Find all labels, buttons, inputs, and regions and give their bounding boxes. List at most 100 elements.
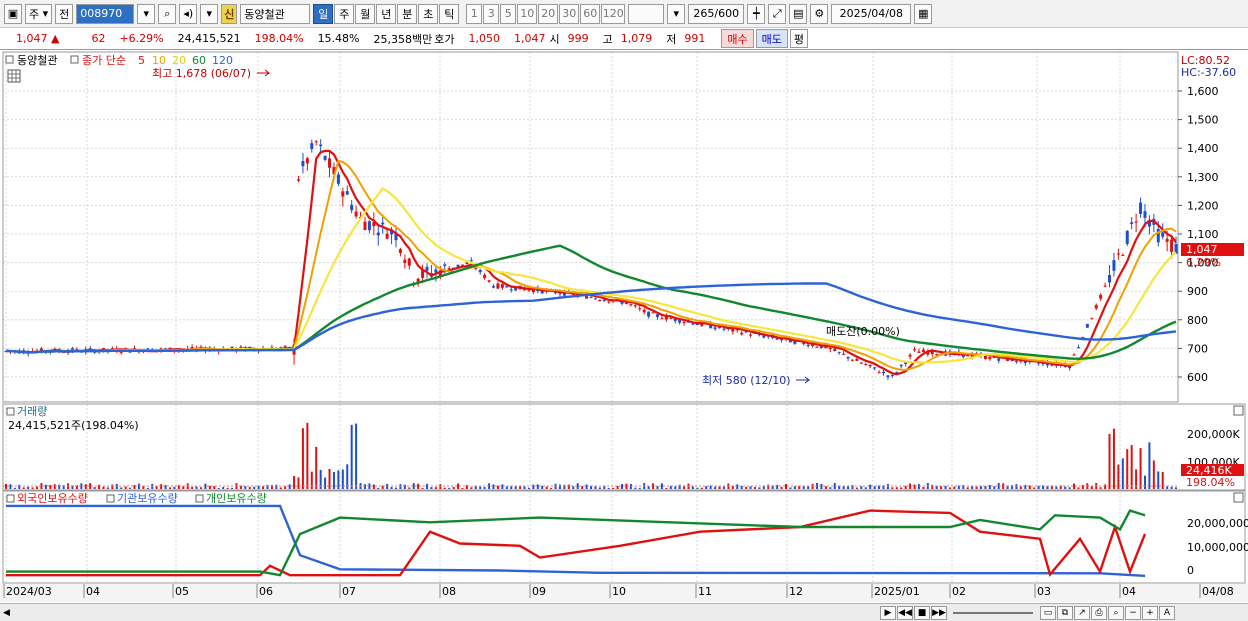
interval-tab-3[interactable]: 3	[483, 3, 500, 24]
volume-bar	[226, 487, 229, 489]
candle-body	[629, 304, 633, 306]
interval-tab-10[interactable]: 10	[517, 3, 538, 24]
calendar-icon[interactable]: ▦	[914, 3, 933, 24]
interval-tab-30[interactable]: 30	[559, 3, 580, 24]
quote-bar: 1,047 ▲ 62 +6.29% 24,415,521 198.04% 15.…	[0, 28, 1248, 50]
period-tab-1[interactable]: 주	[334, 3, 355, 24]
zoom-icon[interactable]: ⌕	[1108, 605, 1124, 620]
volume-bar	[536, 484, 539, 489]
candle-body	[877, 372, 881, 374]
compare-icon[interactable]: ⧉	[1057, 605, 1073, 620]
volume-bar	[1139, 448, 1142, 489]
layout-icon[interactable]: ▭	[1040, 605, 1056, 620]
candle-body	[1094, 305, 1098, 309]
volume-toggle-icon[interactable]	[6, 407, 15, 416]
interval-tab-1[interactable]: 1	[466, 3, 483, 24]
volume-bar	[647, 486, 650, 489]
holding-axis-20m: 20,000,000	[1187, 517, 1248, 530]
volume-bar	[550, 487, 553, 489]
change-percent: +6.29%	[119, 32, 164, 45]
volume-bar	[22, 487, 25, 489]
volume-bar	[576, 483, 579, 489]
save-icon[interactable]: ▤	[789, 3, 808, 24]
average-button[interactable]: 평	[789, 29, 808, 48]
volume-bar	[146, 487, 149, 489]
interval-tab-20[interactable]: 20	[538, 3, 559, 24]
zoom-slider[interactable]	[953, 611, 1033, 614]
volume-close-icon[interactable]	[1233, 405, 1244, 416]
inst-toggle-icon[interactable]	[106, 494, 115, 503]
interval-input[interactable]	[628, 3, 665, 24]
plus-icon[interactable]: +	[1142, 605, 1158, 620]
volume-bar	[191, 487, 194, 489]
font-size-icon[interactable]: A	[1159, 605, 1175, 620]
volume-bar	[1068, 487, 1071, 489]
volume-bar	[448, 487, 451, 489]
window-menu-icon[interactable]: ▣	[4, 3, 22, 24]
scroll-right-icon[interactable]: ▶	[880, 605, 896, 620]
print-icon[interactable]: ⎙	[1091, 605, 1107, 620]
ma120-line	[5, 282, 1177, 354]
candle-body	[1090, 318, 1094, 320]
scroll-bar[interactable]: ◀ ▶ ◀◀ ■ ▶▶ ▭ ⧉ ↗ ⎙ ⌕ − + A	[0, 603, 1248, 621]
candle-body	[589, 297, 593, 299]
candle-body	[682, 321, 686, 323]
volume-bar	[408, 487, 411, 489]
period-tab-4[interactable]: 분	[397, 3, 418, 24]
search-icon[interactable]: ⌕	[158, 3, 177, 24]
indiv-toggle-icon[interactable]	[195, 494, 204, 503]
indicator-icon[interactable]: ↗	[1074, 605, 1090, 620]
period-tab-3[interactable]: 년	[376, 3, 397, 24]
scroll-track[interactable]	[13, 608, 879, 618]
candle-body	[917, 351, 921, 353]
candle-body	[607, 301, 611, 303]
holding-toggle-icon[interactable]	[6, 494, 15, 503]
interval-tab-5[interactable]: 5	[500, 3, 517, 24]
speaker-icon[interactable]: ◂)	[179, 3, 198, 24]
open-price: 999	[567, 32, 589, 45]
code-dropdown-icon[interactable]: ▾	[137, 3, 156, 24]
period-tab-2[interactable]: 월	[355, 3, 376, 24]
nav-dropdown-icon[interactable]: ▾	[200, 3, 219, 24]
legend-toggle-icon[interactable]	[70, 55, 79, 64]
buy-button[interactable]: 매수	[721, 29, 754, 48]
volume-bar	[372, 484, 375, 489]
volume-bar	[301, 428, 304, 489]
candle-body	[624, 302, 628, 304]
candle-body	[1143, 211, 1147, 218]
holding-close-icon[interactable]	[1233, 492, 1244, 503]
interval-tab-60[interactable]: 60	[580, 3, 601, 24]
stock-code-input[interactable]: 008970	[76, 3, 135, 24]
volume-bar	[1077, 487, 1080, 489]
scroll-left-icon[interactable]: ◀	[3, 608, 13, 618]
rewind-icon[interactable]: ◀◀	[897, 605, 913, 620]
count-field[interactable]: 265/600	[688, 3, 745, 24]
x-axis-label: 2024/03	[6, 585, 52, 598]
interval-dropdown-icon[interactable]: ▾	[667, 3, 686, 24]
volume-bar	[93, 487, 96, 489]
period-tab-0[interactable]: 일	[313, 3, 334, 24]
table-icon[interactable]	[7, 69, 21, 83]
ma20-label: 20	[172, 54, 186, 67]
stock-chart[interactable]: 동양철관 종가 단순 5 10 20 60 120 최고 1,678 (06/0…	[0, 50, 1248, 603]
candle-body	[1161, 232, 1165, 237]
interval-tab-120[interactable]: 120	[601, 3, 626, 24]
minus-icon[interactable]: −	[1125, 605, 1141, 620]
candle-body	[314, 141, 318, 143]
candle-type-icon[interactable]: ┿	[747, 3, 766, 24]
forward-icon[interactable]: ▶▶	[931, 605, 947, 620]
stop-icon[interactable]: ■	[914, 605, 930, 620]
gear-icon[interactable]: ⚙	[810, 3, 829, 24]
date-field[interactable]: 2025/04/08	[831, 3, 912, 24]
volume-bar	[208, 485, 211, 489]
period-tab-6[interactable]: 틱	[439, 3, 460, 24]
scope-button[interactable]: 전	[55, 3, 74, 24]
draw-tool-icon[interactable]: ⤢	[768, 3, 787, 24]
candle-body	[558, 293, 562, 295]
candle-body	[487, 280, 491, 282]
market-select[interactable]: 주 ▾	[25, 3, 53, 24]
panel-toggle-icon[interactable]	[5, 55, 14, 64]
volume-panel-frame	[2, 403, 1246, 491]
period-tab-5[interactable]: 초	[418, 3, 439, 24]
sell-button[interactable]: 매도	[755, 29, 788, 48]
